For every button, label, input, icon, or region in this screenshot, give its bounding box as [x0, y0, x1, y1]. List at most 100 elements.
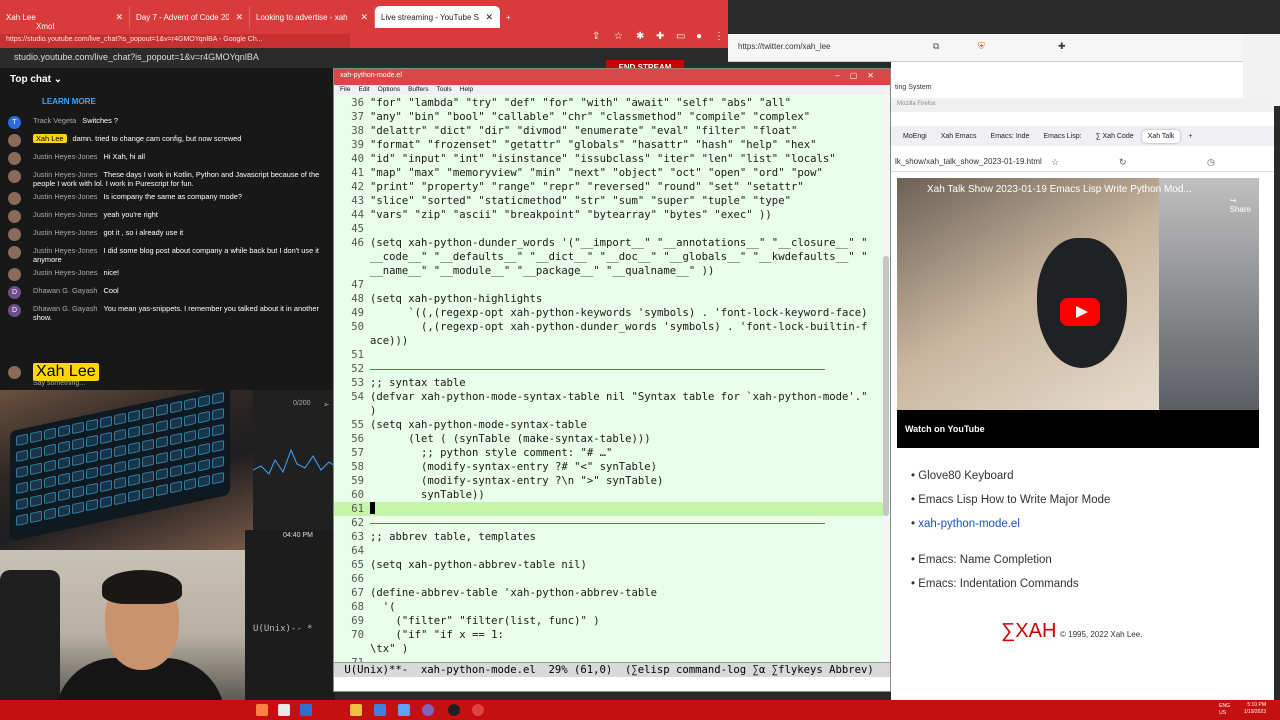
code-line[interactable]: 39 "format" "frozenset" "getattr" "global…: [334, 138, 884, 152]
code-line[interactable]: 47: [334, 278, 884, 292]
code-line[interactable]: 68 '(: [334, 600, 884, 614]
code-line[interactable]: __code__" "__defaults__" "__dict__" "__d…: [334, 250, 884, 264]
send-icon[interactable]: ➢: [323, 400, 330, 409]
cast-icon[interactable]: ⧉: [933, 41, 939, 52]
code-line[interactable]: 60 synTable)): [334, 488, 884, 502]
menu-icon[interactable]: ⋮: [714, 31, 724, 42]
play-icon[interactable]: [1060, 298, 1100, 326]
code-line[interactable]: 44 "vars" "zip" "ascii" "breakpoint" "byt…: [334, 208, 884, 222]
code-line[interactable]: 54 (defvar xah-python-mode-syntax-table n…: [334, 390, 884, 404]
code-line[interactable]: 70 ("if" "if x == 1:: [334, 628, 884, 642]
scrollbar-thumb[interactable]: [883, 256, 889, 516]
window-buttons[interactable]: –▢✕: [835, 71, 884, 80]
history-icon[interactable]: ◷: [1207, 157, 1215, 168]
code-line[interactable]: 65 (setq xah-python-abbrev-table nil): [334, 558, 884, 572]
folder-icon[interactable]: [350, 704, 362, 716]
clock[interactable]: 5:10 PM 1/19/2023: [1244, 702, 1266, 716]
message-author[interactable]: Dhawan G. Gayash: [33, 286, 98, 295]
page-link[interactable]: Emacs: Indentation Commands: [911, 578, 1110, 602]
emacs-scrollbar[interactable]: [883, 96, 889, 662]
watch-on-youtube-button[interactable]: Watch on YouTube: [905, 424, 985, 434]
message-author[interactable]: Justin Heyes-Jones: [33, 246, 98, 255]
share-icon[interactable]: ⇪: [592, 31, 600, 42]
app-icon[interactable]: [300, 704, 312, 716]
code-line[interactable]: 58 (modify-syntax-entry ?# "<" synTable): [334, 460, 884, 474]
obs-icon[interactable]: [448, 704, 460, 716]
chat-input[interactable]: Say something...: [33, 380, 85, 387]
code-line[interactable]: 55 (setq xah-python-mode-syntax-table: [334, 418, 884, 432]
emacs-minibuffer[interactable]: [334, 677, 890, 691]
close-icon[interactable]: ✕: [115, 12, 123, 23]
youtube-embed[interactable]: Xah Talk Show 2023-01-19 Emacs Lisp Writ…: [897, 178, 1259, 448]
menu-item[interactable]: Tools: [437, 86, 452, 94]
code-line[interactable]: 53 ;; syntax table: [334, 376, 884, 390]
code-line[interactable]: 37 "any" "bin" "bool" "callable" "chr" "c…: [334, 110, 884, 124]
code-line[interactable]: 61: [334, 502, 884, 516]
chat-header[interactable]: Top chat ⌄: [0, 68, 335, 92]
message-author[interactable]: Dhawan G. Gayash: [33, 304, 98, 313]
menu-item[interactable]: Buffers: [408, 86, 428, 94]
new-tab-button[interactable]: +: [500, 6, 517, 28]
code-line[interactable]: 46 (setq xah-python-dunder_words '("__imp…: [334, 236, 884, 250]
message-author[interactable]: Justin Heyes-Jones: [33, 192, 98, 201]
message-author[interactable]: Justin Heyes-Jones: [33, 268, 98, 277]
code-line[interactable]: 42 "print" "property" "range" "repr" "rev…: [334, 180, 884, 194]
code-line[interactable]: 51: [334, 348, 884, 362]
code-line[interactable]: 62: [334, 516, 884, 530]
chrome-tab[interactable]: Xah Lee ✕: [0, 6, 130, 28]
code-buffer[interactable]: 36 "for" "lambda" "try" "def" "for" "with…: [334, 96, 884, 662]
code-line[interactable]: 50 (,(regexp-opt xah-python-dunder_words…: [334, 320, 884, 334]
new-tab-button[interactable]: +: [1182, 130, 1198, 143]
share-button[interactable]: ↪ Share: [1230, 196, 1251, 214]
code-line[interactable]: 67 (define-abbrev-table 'xah-python-abbre…: [334, 586, 884, 600]
firefox-tab[interactable]: Emacs: Inde: [985, 130, 1036, 143]
chrome-tab[interactable]: Day 7 - Advent of Code 20 ✕: [130, 6, 250, 28]
xah-logo[interactable]: ∑XAH: [1001, 620, 1056, 643]
firefox-tab[interactable]: MoEngi: [897, 130, 933, 143]
firefox-tab[interactable]: Emacs Lisp:: [1037, 130, 1087, 143]
firefox-tab[interactable]: Xah Talk: [1141, 129, 1181, 143]
brave-shield-icon[interactable]: ⛨: [978, 41, 985, 52]
code-line[interactable]: 64: [334, 544, 884, 558]
page-link[interactable]: Emacs Lisp How to Write Major Mode: [911, 494, 1110, 518]
code-line[interactable]: 40 "id" "input" "int" "isinstance" "issub…: [334, 152, 884, 166]
learn-more-link[interactable]: LEARN MORE: [0, 92, 335, 114]
code-line[interactable]: 36 "for" "lambda" "try" "def" "for" "with…: [334, 96, 884, 110]
close-icon[interactable]: ✕: [485, 12, 493, 23]
code-line[interactable]: 59 (modify-syntax-entry ?\n ">" synTable…: [334, 474, 884, 488]
language-indicator[interactable]: ENG US: [1219, 703, 1230, 717]
app-icon[interactable]: [398, 704, 410, 716]
reload-icon[interactable]: ↻: [1119, 157, 1127, 168]
extensions-icon[interactable]: ✚: [1058, 41, 1066, 52]
menu-item[interactable]: Edit: [358, 86, 369, 94]
code-line[interactable]: ace))): [334, 334, 884, 348]
popout-address-bar[interactable]: studio.youtube.com/live_chat?is_popout=1…: [0, 48, 335, 68]
app-icon[interactable]: [256, 704, 268, 716]
code-line[interactable]: 43 "slice" "sorted" "staticmethod" "str" …: [334, 194, 884, 208]
code-line[interactable]: 45: [334, 222, 884, 236]
code-line[interactable]: 66: [334, 572, 884, 586]
twitter-address-bar[interactable]: https://twitter.com/xah_lee: [738, 42, 831, 51]
emacs-icon[interactable]: [422, 704, 434, 716]
page-link[interactable]: Emacs: Name Completion: [911, 554, 1110, 578]
message-author[interactable]: Justin Heyes-Jones: [33, 228, 98, 237]
profile-icon[interactable]: ●: [696, 31, 702, 42]
star-icon[interactable]: ☆: [1051, 157, 1059, 168]
page-link[interactable]: Glove80 Keyboard: [911, 470, 1110, 494]
video-title[interactable]: Xah Talk Show 2023-01-19 Emacs Lisp Writ…: [927, 184, 1192, 195]
extensions-icon[interactable]: ✱: [636, 31, 644, 42]
bookmark-star-icon[interactable]: ☆: [614, 31, 623, 42]
firefox-tab[interactable]: ∑ Xah Code: [1090, 130, 1140, 143]
menu-item[interactable]: Help: [460, 86, 473, 94]
code-line[interactable]: \tx" ): [334, 642, 884, 656]
menu-item[interactable]: File: [340, 86, 350, 94]
code-line[interactable]: 56 (let ( (synTable (make-syntax-table))…: [334, 432, 884, 446]
message-author[interactable]: Justin Heyes-Jones: [33, 152, 98, 161]
code-line[interactable]: 57 ;; python style comment: "# …": [334, 446, 884, 460]
close-icon[interactable]: ✕: [235, 12, 243, 23]
chrome-tab[interactable]: Live streaming - YouTube S ✕: [375, 6, 500, 28]
firefox-address-bar[interactable]: lk_show/xah_talk_show_2023-01-19.html ☆ …: [891, 154, 1274, 172]
puzzle-icon[interactable]: ✚: [656, 31, 664, 42]
chrome-tab[interactable]: Looking to advertise - xah ✕: [250, 6, 375, 28]
firefox-tab[interactable]: Xah Emacs: [935, 130, 983, 143]
